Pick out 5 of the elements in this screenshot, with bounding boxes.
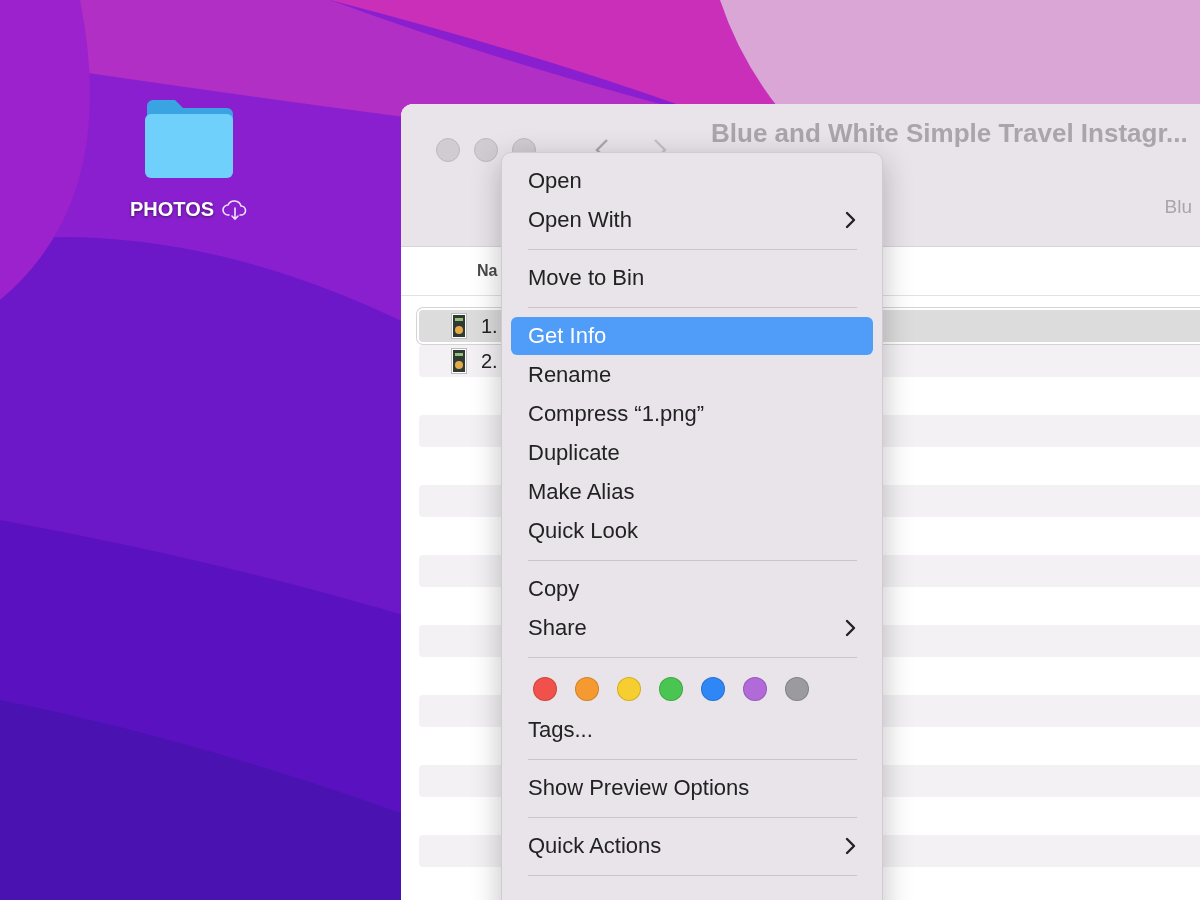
toolbar-label: Blu — [1164, 196, 1192, 218]
file-name: 1. — [481, 314, 498, 338]
folder-label: PHOTOS — [130, 198, 215, 221]
window-title: Blue and White Simple Travel Instagr... — [711, 118, 1188, 149]
file-name: 2. — [481, 349, 498, 373]
